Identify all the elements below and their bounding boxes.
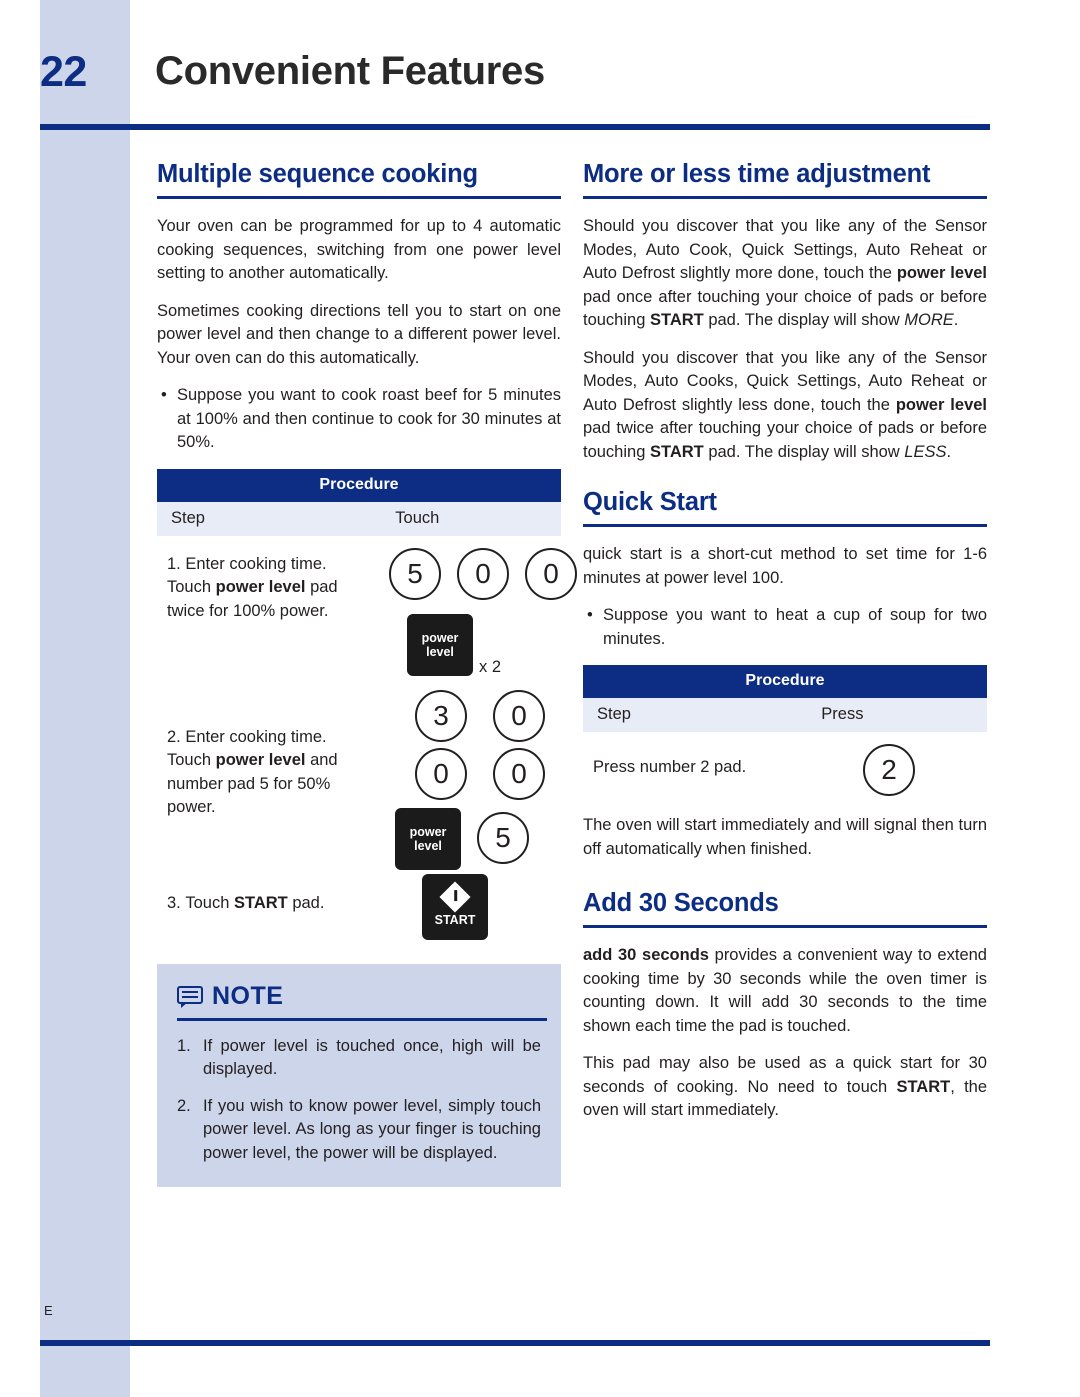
start-icon — [439, 881, 471, 913]
keypad-key-0-c: 0 — [493, 689, 545, 742]
document-page: 22 Convenient Features E Multiple sequen… — [0, 0, 1080, 1397]
procedure-step-1-text: 1. Enter cooking time. Touch power level… — [167, 554, 338, 620]
procedure-col-step-left: Step — [157, 501, 388, 536]
paragraph-add30-1: add 30 seconds provides a convenient way… — [583, 944, 987, 1038]
less-part-b: power level — [895, 395, 988, 414]
left-band-white-stripe — [30, 0, 40, 1397]
note-title-rule — [177, 1017, 547, 1021]
step-3-number: 3. — [167, 893, 181, 912]
page-header: 22 Convenient Features — [40, 48, 990, 128]
procedure-table-right: Procedure Step Press Press number 2 pad.… — [583, 665, 987, 804]
more-part-b: power level — [896, 264, 988, 282]
start-pad-label: START — [434, 913, 476, 927]
paragraph-quick-start-2: The oven will start immediately and will… — [583, 816, 987, 858]
power-level-label-line1-b: power — [409, 824, 447, 839]
note-item-1-number: 1. — [177, 1036, 191, 1055]
procedure-table-right-grid: Procedure Step Press — [583, 665, 987, 732]
note-title-row: NOTE — [177, 982, 541, 1011]
procedure-col-step-right: Step — [583, 698, 814, 732]
less-part-e: pad. The display will show — [703, 442, 905, 461]
power-level-label-line1-a: power — [421, 630, 459, 645]
heading-more-or-less: More or less time adjustment — [583, 160, 987, 199]
step-1-key-row: 5 0 0 — [389, 547, 577, 600]
note-title: NOTE — [212, 981, 284, 1010]
step-1-multiplier: x 2 — [479, 657, 502, 676]
left-decorative-band — [30, 0, 130, 1397]
procedure-step-2: 2. Enter cooking time. Touch power level… — [157, 688, 561, 874]
less-part-d: START — [649, 442, 704, 461]
paragraph-quick-start-1: quick start is a short-cut method to set… — [583, 545, 987, 587]
keypad-key-0-d: 0 — [415, 747, 467, 800]
step-2-number: 2. — [167, 727, 181, 746]
add30-part-a: add 30 seconds — [583, 946, 709, 964]
footer-divider-rule — [40, 1340, 990, 1346]
note-item-2-text: If you wish to know power level, simply … — [203, 1096, 541, 1162]
start-pad: START — [422, 873, 488, 940]
paragraph-more: Should you discover that you like any of… — [583, 215, 987, 333]
less-part-f: LESS — [904, 442, 947, 461]
more-part-f: MORE — [904, 311, 954, 329]
power-level-pad-2: power level — [395, 807, 461, 870]
footer-language-mark: E — [44, 1303, 53, 1318]
chapter-title: Convenient Features — [155, 49, 545, 93]
paragraph-add30-2: This pad may also be used as a quick sta… — [583, 1052, 987, 1123]
header-divider-rule — [40, 124, 990, 130]
page-number: 22 — [40, 48, 87, 96]
left-column: Multiple sequence cooking Your oven can … — [157, 160, 577, 1187]
keypad-key-2: 2 — [863, 744, 915, 796]
procedure-step-qs-text: Press number 2 pad. — [593, 758, 747, 776]
procedure-step-3: 3. Touch START pad. START — [157, 873, 561, 958]
heading-add-30-seconds: Add 30 Seconds — [583, 889, 987, 928]
procedure-step-qs: Press number 2 pad. 2 — [583, 732, 987, 804]
procedure-title-left: Procedure — [157, 468, 561, 502]
power-level-pad-graphic-2: power level — [395, 807, 461, 870]
keypad-key-3: 3 — [415, 689, 467, 742]
keypad-key-0-b: 0 — [525, 547, 577, 600]
more-part-d: START — [649, 311, 704, 329]
procedure-table-left: Procedure Step Touch 1. Enter cooking ti… — [157, 468, 577, 958]
step-1-number: 1. — [167, 554, 181, 573]
procedure-col-press-right: Press — [813, 698, 987, 732]
bullet-quick-start-example: Suppose you want to heat a cup of soup f… — [583, 604, 987, 651]
note-icon — [177, 986, 203, 1008]
step-2-key-row-2: 0 0 — [415, 747, 545, 800]
power-level-pad-1: power level — [407, 613, 473, 676]
heading-quick-start: Quick Start — [583, 488, 987, 527]
paragraph-less: Should you discover that you like any of… — [583, 347, 987, 465]
power-level-pad-graphic-1: power level — [407, 613, 473, 676]
bullet-msc-example: Suppose you want to cook roast beef for … — [157, 384, 561, 455]
keypad-key-5-b: 5 — [477, 811, 529, 864]
note-box: NOTE 1. If power level is touched once, … — [157, 963, 561, 1187]
more-part-g: . — [953, 311, 959, 329]
start-pad-graphic: START — [422, 873, 488, 940]
add30b-part-b: START — [896, 1077, 951, 1096]
procedure-step-3-text: 3. Touch START pad. — [167, 893, 325, 912]
more-part-e: pad. The display will show — [703, 311, 905, 329]
power-level-label-line2-a: level — [426, 644, 454, 659]
note-item-2-number: 2. — [177, 1096, 191, 1115]
procedure-col-touch-left: Touch — [387, 501, 561, 536]
note-item-1-text: If power level is touched once, high wil… — [203, 1036, 541, 1079]
note-item-2: 2. If you wish to know power level, simp… — [177, 1095, 541, 1166]
keypad-key-5: 5 — [389, 547, 441, 600]
keypad-key-0-a: 0 — [457, 547, 509, 600]
procedure-step-2-text: 2. Enter cooking time. Touch power level… — [167, 727, 338, 817]
procedure-table-left-grid: Procedure Step Touch — [157, 468, 561, 536]
note-item-1: 1. If power level is touched once, high … — [177, 1035, 541, 1082]
paragraph-msc-1: Your oven can be programmed for up to 4 … — [157, 217, 561, 282]
right-column: More or less time adjustment Should you … — [583, 160, 987, 1123]
less-part-g: . — [946, 442, 952, 461]
heading-multiple-sequence-cooking: Multiple sequence cooking — [157, 160, 561, 199]
paragraph-msc-2: Sometimes cooking directions tell you to… — [157, 301, 561, 367]
keypad-key-0-e: 0 — [493, 747, 545, 800]
power-level-label-line2-b: level — [414, 838, 442, 853]
step-2-key-row-1: 3 0 — [415, 689, 545, 742]
procedure-step-1: 1. Enter cooking time. Touch power level… — [157, 536, 577, 688]
procedure-title-right: Procedure — [583, 665, 987, 698]
